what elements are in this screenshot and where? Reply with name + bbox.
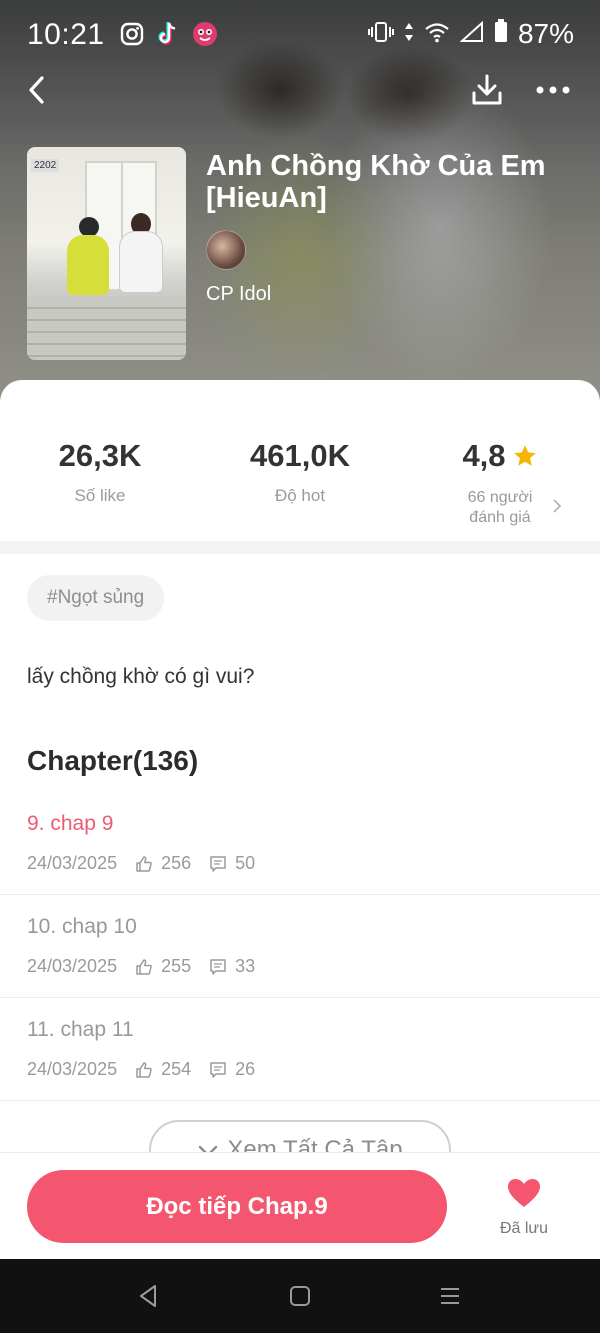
- chapter-comments: 50: [209, 853, 255, 874]
- chapter-row[interactable]: 11. chap 11 24/03/2025 254 26: [0, 998, 600, 1101]
- battery-percent: 87%: [517, 18, 574, 49]
- chapter-comments-count: 26: [235, 1059, 256, 1079]
- rating-value: 4,8: [462, 438, 506, 473]
- chapter-likes-count: 256: [161, 853, 192, 873]
- book-cover[interactable]: 2202: [27, 147, 186, 360]
- more-dots-icon: [536, 86, 570, 94]
- chapter-title: 10. chap 10: [27, 915, 137, 938]
- chapter-title: 11. chap 11: [27, 1018, 134, 1041]
- rating-chevron-icon[interactable]: [551, 498, 563, 519]
- nav-home-button[interactable]: [282, 1281, 318, 1311]
- nav-back-button[interactable]: [130, 1281, 166, 1311]
- nav-home-icon: [290, 1286, 310, 1306]
- chapter-likes-count: 255: [161, 956, 192, 976]
- instagram-icon: [119, 21, 145, 47]
- data-arrows-icon: [404, 18, 414, 50]
- cover-person-head: [79, 217, 99, 237]
- download-icon: [472, 74, 502, 105]
- cover-person: [119, 231, 163, 293]
- wifi-icon: [424, 18, 450, 50]
- hot-value: 461,0K: [250, 438, 350, 473]
- chapter-row[interactable]: 9. chap 9 24/03/2025 256 50: [0, 792, 600, 895]
- system-nav-bar: [0, 1259, 600, 1333]
- chapter-date: 24/03/2025: [27, 1059, 118, 1079]
- nav-menu-icon: [441, 1288, 459, 1304]
- chapter-comments-count: 50: [235, 853, 256, 873]
- continue-reading-button[interactable]: Đọc tiếp Chap.9: [27, 1170, 447, 1243]
- author-name[interactable]: CP Idol: [206, 283, 271, 306]
- likes-label: Số like: [74, 486, 126, 505]
- status-bar: 10:21 87%: [0, 0, 600, 70]
- cover-stairs: [27, 297, 186, 360]
- nav-back-icon: [140, 1285, 156, 1307]
- hot-label: Độ hot: [274, 486, 326, 505]
- stat-hot: 461,0K Độ hot: [230, 438, 370, 506]
- vibrate-icon: [367, 18, 394, 50]
- comment-icon: [210, 1061, 226, 1078]
- back-button[interactable]: [20, 70, 54, 110]
- chapter-comments: 33: [209, 956, 255, 977]
- cover-person: [67, 235, 109, 295]
- chapter-likes: 255: [135, 956, 191, 977]
- nav-recents-button[interactable]: [432, 1281, 468, 1311]
- top-bar: [0, 70, 600, 110]
- saved-button[interactable]: Đã lưu: [488, 1177, 560, 1238]
- likes-value: 26,3K: [58, 438, 142, 473]
- tiktok-icon: [155, 21, 181, 47]
- download-button[interactable]: [466, 70, 508, 110]
- chapter-likes: 256: [135, 853, 191, 874]
- rating-row: 4,8: [440, 438, 560, 474]
- thumbs-up-icon: [136, 1061, 152, 1078]
- saved-label: Đã lưu: [499, 1220, 549, 1237]
- rating-count[interactable]: 66 người đánh giá: [460, 488, 540, 528]
- shopping-app-icon: [192, 21, 218, 47]
- comment-icon: [210, 958, 226, 975]
- status-indicators: 87%: [367, 18, 574, 50]
- back-arrow-icon: [29, 76, 44, 104]
- signal-icon: [459, 18, 484, 50]
- heart-icon: [508, 1179, 540, 1207]
- thumbs-up-icon: [136, 855, 152, 872]
- section-divider: [0, 541, 600, 554]
- genre-tag[interactable]: #Ngọt sủng: [27, 575, 165, 621]
- chapter-meta: 24/03/2025 254 26: [27, 1059, 255, 1080]
- star-icon: [513, 445, 536, 466]
- cover-house-number: 2202: [31, 159, 60, 172]
- book-title: Anh Chồng Khờ Của Em [HieuAn]: [206, 150, 546, 214]
- chapter-meta: 24/03/2025 256 50: [27, 853, 255, 874]
- chapter-date: 24/03/2025: [27, 956, 118, 976]
- status-time: 10:21: [27, 18, 105, 51]
- chapter-row[interactable]: 10. chap 10 24/03/2025 255 33: [0, 895, 600, 998]
- chapter-comments-count: 33: [235, 956, 256, 976]
- chapter-meta: 24/03/2025 255 33: [27, 956, 255, 977]
- chapters-heading: Chapter(136): [27, 745, 199, 776]
- chapter-date: 24/03/2025: [27, 853, 118, 873]
- chapter-likes: 254: [135, 1059, 191, 1080]
- stat-likes: 26,3K Số like: [40, 438, 160, 506]
- stat-rating[interactable]: 4,8: [440, 438, 560, 474]
- book-description: lấy chồng khờ có gì vui?: [27, 665, 255, 688]
- thumbs-up-icon: [136, 958, 152, 975]
- battery-icon: [494, 18, 508, 50]
- comment-icon: [210, 855, 226, 872]
- chapter-likes-count: 254: [161, 1059, 192, 1079]
- chapter-title: 9. chap 9: [27, 812, 114, 835]
- chapter-comments: 26: [209, 1059, 255, 1080]
- author-avatar[interactable]: [206, 230, 246, 270]
- more-options-button[interactable]: [532, 70, 574, 110]
